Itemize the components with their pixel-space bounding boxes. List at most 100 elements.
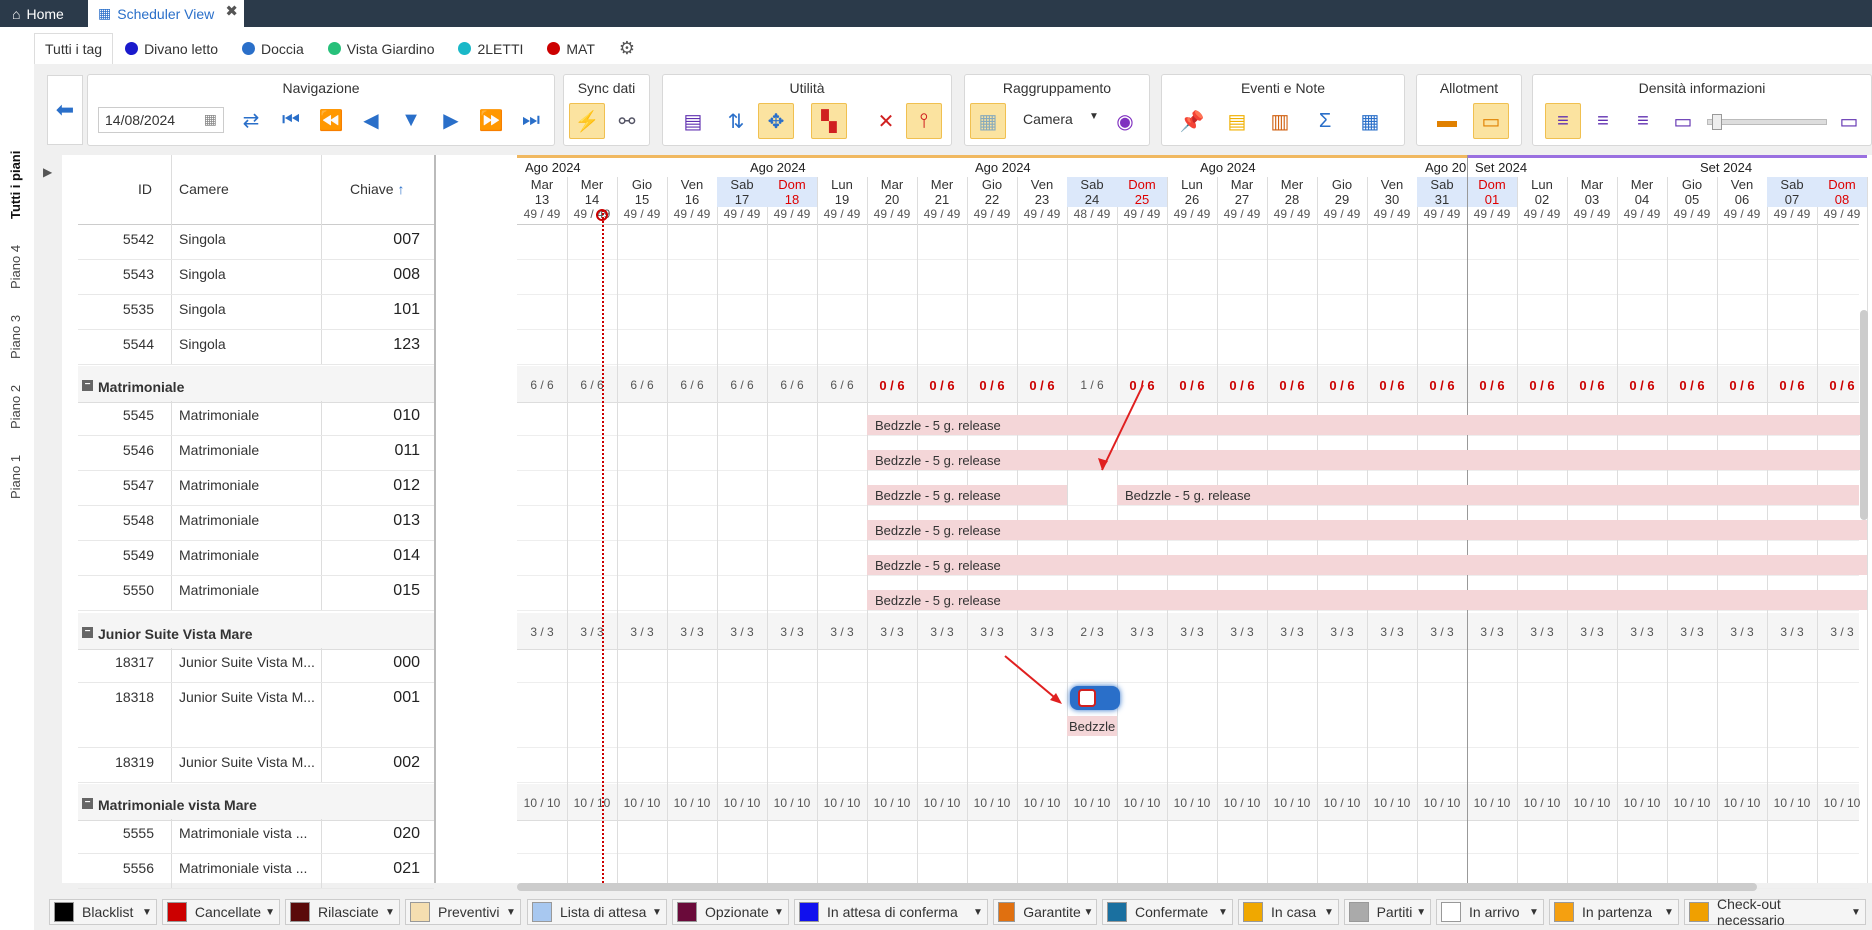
booking-bar[interactable]: Bedzzle - 5 g. release <box>1117 485 1859 505</box>
chevron-down-icon[interactable]: ▼ <box>969 907 987 918</box>
room-row[interactable]: 5556 Matrimoniale vista ... 021 <box>78 854 434 889</box>
legend-item[interactable]: In partenza ▼ <box>1549 899 1679 925</box>
plug-icon[interactable]: ⚯ <box>609 103 645 139</box>
day-header[interactable]: Dom 08 <box>1817 177 1867 207</box>
date-input[interactable]: 14/08/2024 ▦ <box>98 107 224 133</box>
tag-doccia[interactable]: Doccia <box>230 33 316 64</box>
group-row[interactable]: − Matrimoniale <box>78 366 434 403</box>
legend-item[interactable]: Preventivi ▼ <box>405 899 521 925</box>
calendar-icon[interactable]: ▦ <box>204 111 217 128</box>
tab-scheduler-view[interactable]: ▦ Scheduler View ✖ <box>88 0 244 27</box>
last-icon[interactable]: ⏭ <box>513 102 549 138</box>
density-view-icon[interactable]: ▭ <box>1831 103 1867 139</box>
legend-item[interactable]: Blacklist ▼ <box>49 899 157 925</box>
room-row[interactable]: 5543 Singola 008 <box>78 260 434 295</box>
day-header[interactable]: Ven 30 <box>1367 177 1417 207</box>
sigma-icon[interactable]: Σ <box>1307 103 1343 139</box>
close-icon[interactable]: ✖ <box>225 2 238 20</box>
room-row[interactable]: 5548 Matrimoniale 013 <box>78 506 434 541</box>
forward-icon[interactable]: ▶ <box>433 102 469 138</box>
density-2-icon[interactable]: ≡ <box>1585 103 1621 139</box>
vertical-scrollbar[interactable] <box>1860 310 1868 520</box>
col-key[interactable]: Chiave ↑ <box>350 181 404 197</box>
density-1-icon[interactable]: ≡ <box>1545 103 1581 139</box>
chevron-down-icon[interactable]: ▼ <box>502 907 520 918</box>
chevron-down-icon[interactable]: ▼ <box>381 907 399 918</box>
day-header[interactable]: Mer 21 <box>917 177 967 207</box>
day-header[interactable]: Dom 25 <box>1117 177 1167 207</box>
room-row[interactable]: 5549 Matrimoniale 014 <box>78 541 434 576</box>
group-select[interactable]: Camera <box>1023 111 1073 127</box>
message-icon[interactable]: ▤ <box>675 103 711 139</box>
day-header[interactable]: Mar 03 <box>1567 177 1617 207</box>
chevron-down-icon[interactable]: ▼ <box>648 907 666 918</box>
day-header[interactable]: Sab 07 <box>1767 177 1817 207</box>
allotment-text-icon[interactable]: ▭ <box>1473 103 1509 139</box>
day-header[interactable]: Mer 04 <box>1617 177 1667 207</box>
today-icon[interactable]: ▼ <box>393 102 429 138</box>
floor-tab-all[interactable]: Tutti i piani <box>8 151 23 219</box>
room-row[interactable]: 5535 Singola 101 <box>78 295 434 330</box>
chevron-down-icon[interactable]: ▼ <box>1412 907 1430 918</box>
chevron-down-icon[interactable]: ▼ <box>261 907 279 918</box>
day-header[interactable]: Ven 06 <box>1717 177 1767 207</box>
group-row[interactable]: − Matrimoniale vista Mare <box>78 784 434 821</box>
grid-icon[interactable]: ▦ <box>970 103 1006 139</box>
back-arrow-icon[interactable]: ⬅ <box>47 75 83 145</box>
day-header[interactable]: Mar 27 <box>1217 177 1267 207</box>
room-row[interactable]: 5544 Singola 123 <box>78 330 434 365</box>
legend-item[interactable]: Lista di attesa ▼ <box>527 899 667 925</box>
settings-icon[interactable]: ⚙ <box>607 33 647 64</box>
floor-tab-1[interactable]: Piano 1 <box>8 455 23 499</box>
density-3-icon[interactable]: ≡ <box>1625 103 1661 139</box>
day-header[interactable]: Mar 20 <box>867 177 917 207</box>
day-header[interactable]: Mar 13 <box>517 177 567 207</box>
floor-tab-3[interactable]: Piano 3 <box>8 315 23 359</box>
group-row[interactable]: − Junior Suite Vista Mare <box>78 613 434 650</box>
day-header[interactable]: Mer 28 <box>1267 177 1317 207</box>
chevron-down-icon[interactable]: ▼ <box>1660 907 1678 918</box>
day-header[interactable]: Gio 22 <box>967 177 1017 207</box>
day-header[interactable]: Dom 18 <box>767 177 817 207</box>
first-icon[interactable]: ⏮ <box>273 102 309 138</box>
day-header[interactable]: Mer 14 <box>567 177 617 207</box>
pin-icon[interactable]: 📌 <box>1174 103 1210 139</box>
horizontal-scrollbar[interactable] <box>517 883 1757 891</box>
floor-tab-2[interactable]: Piano 2 <box>8 385 23 429</box>
tab-home[interactable]: ⌂ Home <box>0 0 82 27</box>
chevron-down-icon[interactable]: ▼ <box>1320 907 1338 918</box>
chevron-down-icon[interactable]: ▼ <box>1081 907 1096 918</box>
back-icon[interactable]: ◀ <box>353 102 389 138</box>
chevron-down-icon[interactable]: ▼ <box>1525 907 1543 918</box>
allotment-icon[interactable]: ▬ <box>1429 103 1465 139</box>
note-icon[interactable]: ▤ <box>1219 103 1255 139</box>
day-header[interactable]: Sab 24 <box>1067 177 1117 207</box>
col-rooms[interactable]: Camere <box>179 181 229 197</box>
day-header[interactable]: Gio 05 <box>1667 177 1717 207</box>
table-icon[interactable]: ▦ <box>1352 103 1388 139</box>
booking-bar[interactable]: Bedzzle - 5 g. release <box>867 555 1867 575</box>
day-header[interactable]: Ven 16 <box>667 177 717 207</box>
room-row[interactable]: 5545 Matrimoniale 010 <box>78 401 434 436</box>
tag-all[interactable]: Tutti i tag <box>34 33 114 64</box>
room-row[interactable]: 5555 Matrimoniale vista ... 020 <box>78 819 434 854</box>
lightning-icon[interactable]: ⚡ <box>569 103 605 139</box>
booking-bar[interactable]: Bedzzle - 5 g. release <box>867 590 1867 610</box>
tag-2letti[interactable]: 2LETTI <box>446 33 535 64</box>
booking-bar[interactable]: Bedzzle <box>1067 716 1117 736</box>
floor-tab-4[interactable]: Piano 4 <box>8 245 23 289</box>
collapse-icon[interactable]: − <box>82 798 93 809</box>
chevron-down-icon[interactable]: ▼ <box>1089 111 1099 122</box>
booking-bar[interactable]: Bedzzle - 5 g. release <box>867 450 1867 470</box>
selected-booking-icon[interactable] <box>1070 686 1120 710</box>
marker-icon[interactable]: ⫯ <box>906 103 942 139</box>
chevron-down-icon[interactable]: ▼ <box>1214 907 1232 918</box>
room-row[interactable]: 18318 Junior Suite Vista M... 001 <box>78 683 434 748</box>
day-header[interactable]: Gio 29 <box>1317 177 1367 207</box>
day-header[interactable]: Dom 01 <box>1467 177 1517 207</box>
fast-back-icon[interactable]: ⏪ <box>313 102 349 138</box>
day-header[interactable]: Ven 23 <box>1017 177 1067 207</box>
tag-mat[interactable]: MAT <box>535 33 607 64</box>
collapse-icon[interactable]: − <box>82 627 93 638</box>
day-header[interactable]: Sab 31 <box>1417 177 1467 207</box>
